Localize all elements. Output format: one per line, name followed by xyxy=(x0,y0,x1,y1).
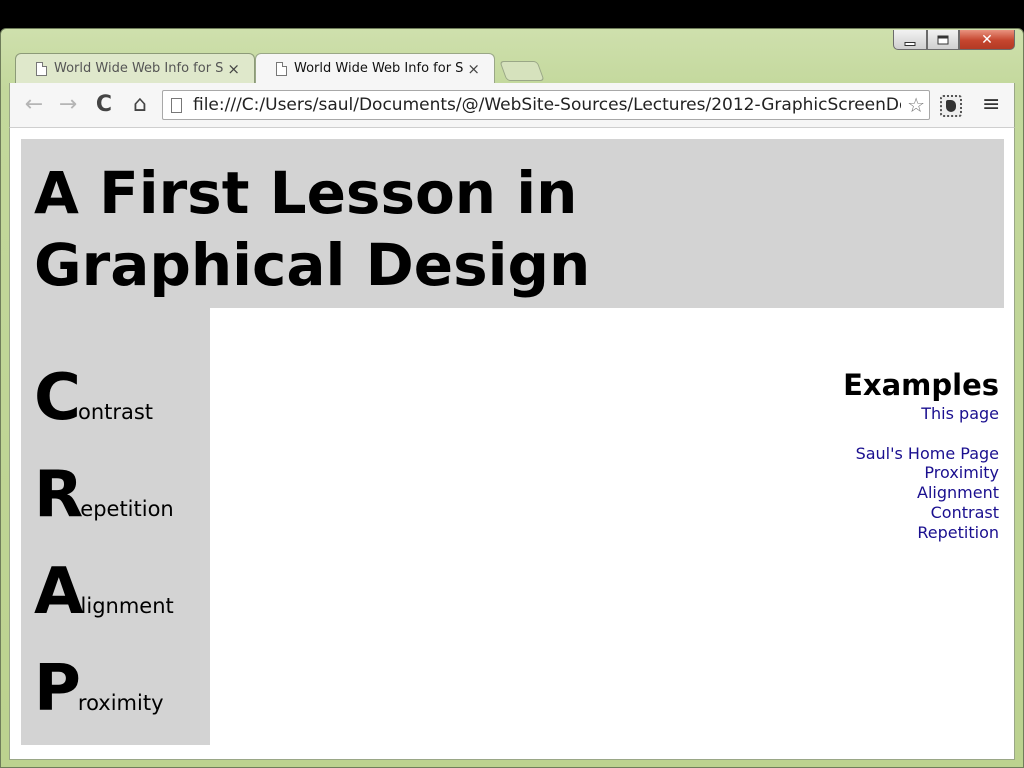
link-contrast[interactable]: Contrast xyxy=(843,503,999,523)
link-alignment[interactable]: Alignment xyxy=(843,483,999,503)
page-icon xyxy=(276,62,287,76)
crap-contrast: Contrast xyxy=(34,366,154,430)
link-sauls-home-page[interactable]: Saul's Home Page xyxy=(843,444,999,464)
examples-heading: Examples xyxy=(843,368,999,402)
browser-window: ✕ World Wide Web Info for S × World Wide… xyxy=(0,28,1024,768)
page-title: A First Lesson in Graphical Design xyxy=(34,157,634,301)
link-this-page[interactable]: This page xyxy=(843,404,999,424)
maximize-icon xyxy=(937,35,949,44)
crap-sidebar: Contrast Repetition Alignment Proximity xyxy=(21,308,210,745)
crap-word: ontrast xyxy=(77,400,154,424)
crap-letter: C xyxy=(34,361,81,435)
page-title-line2: Graphical Design xyxy=(34,231,591,299)
crap-letter: P xyxy=(34,652,81,726)
page-icon xyxy=(171,98,182,113)
minimize-button[interactable] xyxy=(893,30,927,50)
tab-1[interactable]: World Wide Web Info for S × xyxy=(15,53,255,83)
bookmark-star-icon[interactable]: ☆ xyxy=(907,93,925,117)
tab-2[interactable]: World Wide Web Info for S × xyxy=(255,53,495,83)
close-window-button[interactable]: ✕ xyxy=(959,30,1015,50)
tab-title: World Wide Web Info for S xyxy=(294,61,464,76)
page-viewport: A First Lesson in Graphical Design Contr… xyxy=(9,127,1015,760)
crap-letter: A xyxy=(34,555,84,629)
crap-alignment: Alignment xyxy=(34,560,174,624)
tab-title: World Wide Web Info for S xyxy=(54,61,224,76)
page-title-line1: A First Lesson in xyxy=(34,159,578,227)
browser-toolbar: ← → C ⌂ file:///C:/Users/saul/Documents/… xyxy=(9,83,1015,127)
crap-word: lignment xyxy=(80,594,174,618)
link-proximity[interactable]: Proximity xyxy=(843,463,999,483)
crap-word: roximity xyxy=(77,691,164,715)
crap-word: epetition xyxy=(80,497,174,521)
new-tab-button[interactable] xyxy=(499,61,545,81)
home-icon[interactable]: ⌂ xyxy=(126,91,154,119)
link-repetition[interactable]: Repetition xyxy=(843,523,999,543)
crap-repetition: Repetition xyxy=(34,463,174,527)
maximize-button[interactable] xyxy=(927,30,959,50)
minimize-icon xyxy=(904,41,916,46)
address-bar[interactable]: file:///C:/Users/saul/Documents/@/WebSit… xyxy=(162,90,930,120)
tab-close-icon[interactable]: × xyxy=(467,54,480,83)
reload-icon[interactable]: C xyxy=(90,91,118,119)
page-banner: A First Lesson in Graphical Design xyxy=(21,139,1004,308)
examples-box: Examples This page Saul's Home Page Prox… xyxy=(843,366,999,542)
close-icon: ✕ xyxy=(981,31,993,48)
page-icon xyxy=(36,62,47,76)
back-icon[interactable]: ← xyxy=(20,91,48,119)
crap-proximity: Proximity xyxy=(34,657,164,721)
extension-icon[interactable] xyxy=(940,95,962,117)
menu-icon[interactable]: ≡ xyxy=(982,92,1000,117)
url-text[interactable]: file:///C:/Users/saul/Documents/@/WebSit… xyxy=(193,91,901,119)
window-controls: ✕ xyxy=(893,30,1015,50)
crap-letter: R xyxy=(34,458,84,532)
tab-close-icon[interactable]: × xyxy=(227,54,240,83)
forward-icon[interactable]: → xyxy=(54,91,82,119)
